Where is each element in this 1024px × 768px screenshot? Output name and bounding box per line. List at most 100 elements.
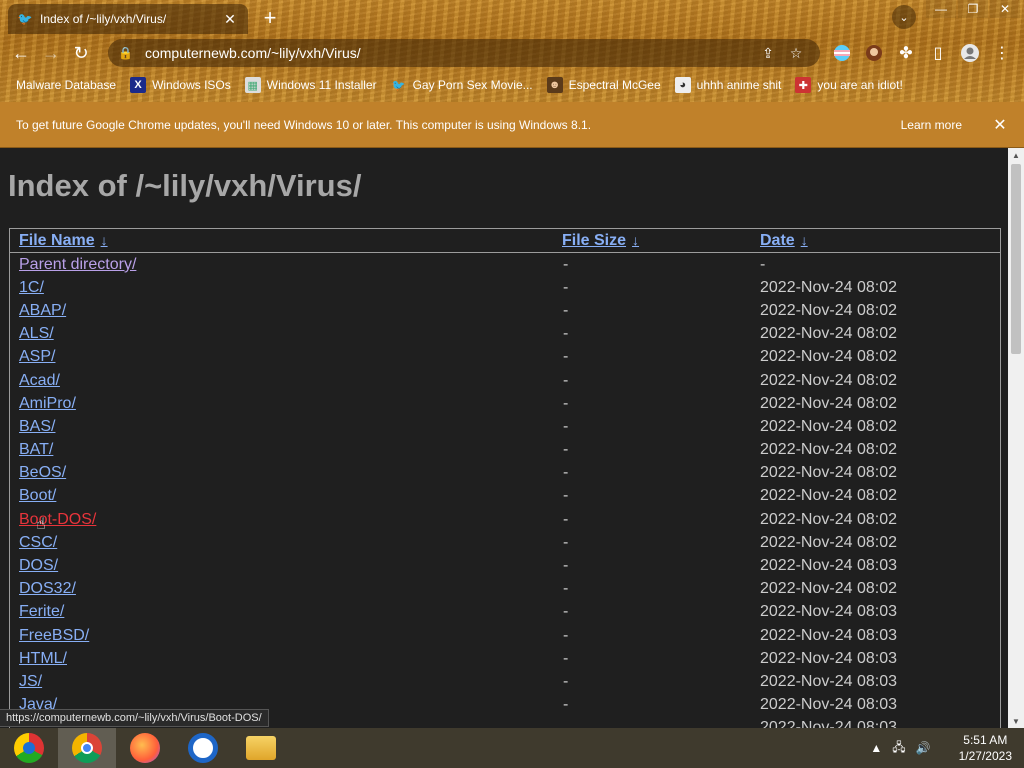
- reload-button[interactable]: ↻: [66, 38, 96, 68]
- learn-more-link[interactable]: Learn more: [901, 118, 962, 132]
- sort-arrow-icon[interactable]: ↓: [801, 232, 808, 248]
- file-link[interactable]: Boot-DOS/: [19, 511, 96, 528]
- cell-size: -: [563, 371, 569, 389]
- taskbar-app-chrome[interactable]: [58, 728, 116, 768]
- cell-name: DOS/: [10, 557, 553, 575]
- file-link[interactable]: AmiPro/: [19, 395, 76, 412]
- page-content: Index of /~lily/vxh/Virus/ File Name ↓ Fi…: [0, 148, 1008, 728]
- table-row: DOS/ - 2022-Nov-24 08:03: [10, 554, 1000, 577]
- share-icon[interactable]: ⇪: [754, 45, 782, 62]
- table-row: Boot/ - 2022-Nov-24 08:02: [10, 485, 1000, 508]
- file-link[interactable]: ALS/: [19, 325, 54, 342]
- restore-button[interactable]: ❐: [958, 0, 988, 18]
- clock[interactable]: 5:51 AM 1/27/2023: [959, 732, 1012, 764]
- bookmark-item[interactable]: ▦ Windows 11 Installer: [244, 77, 377, 93]
- table-header: File Name ↓ File Size ↓ Date ↓: [10, 229, 1000, 253]
- back-button[interactable]: ←: [6, 38, 36, 68]
- network-icon[interactable]: 🖧: [892, 738, 905, 759]
- table-row: DOS32/ - 2022-Nov-24 08:02: [10, 578, 1000, 601]
- table-row: CSC/ - 2022-Nov-24 08:02: [10, 531, 1000, 554]
- cell-date: 2022-Nov-24 08:03: [760, 649, 897, 667]
- bookmark-item[interactable]: Malware Database: [16, 78, 116, 92]
- new-tab-button[interactable]: +: [258, 5, 282, 30]
- column-header-name[interactable]: File Name ↓: [10, 232, 553, 250]
- file-link[interactable]: 1C/: [19, 279, 44, 296]
- extension-avatar-icon[interactable]: [864, 41, 884, 65]
- extensions-puzzle-icon[interactable]: ✤: [894, 41, 918, 65]
- file-link[interactable]: BeOS/: [19, 464, 66, 481]
- page-scrollbar[interactable]: ▲ ▼: [1008, 148, 1024, 728]
- file-link[interactable]: FreeBSD/: [19, 627, 89, 644]
- tab-active[interactable]: 🐦 Index of /~lily/vxh/Virus/ ✕: [8, 4, 248, 34]
- extension-flag-icon[interactable]: [832, 41, 852, 65]
- sort-arrow-icon[interactable]: ↓: [101, 232, 108, 248]
- column-size-label[interactable]: File Size: [562, 232, 626, 249]
- column-header-date[interactable]: Date ↓: [751, 232, 991, 250]
- file-link[interactable]: HTML/: [19, 650, 67, 667]
- cell-date: 2022-Nov-24 08:03: [760, 603, 897, 621]
- file-link[interactable]: ASP/: [19, 348, 55, 365]
- cell-date: 2022-Nov-24 08:02: [760, 441, 897, 459]
- cell-size: -: [563, 510, 569, 528]
- file-link[interactable]: DOS/: [19, 557, 58, 574]
- file-link[interactable]: DOS32/: [19, 580, 76, 597]
- toolbar: ← → ↻ 🔒 computernewb.com/~lily/vxh/Virus…: [0, 36, 1024, 70]
- bookmark-item[interactable]: ◕ uhhh anime shit: [674, 77, 781, 93]
- tab-close-icon[interactable]: ✕: [222, 11, 238, 27]
- bookmark-label: Windows ISOs: [152, 78, 231, 92]
- profile-avatar-icon[interactable]: [958, 41, 982, 65]
- cell-date: 2022-Nov-24 08:02: [760, 487, 897, 505]
- scroll-down-icon[interactable]: ▼: [1008, 714, 1024, 728]
- firefox-icon: [130, 733, 160, 763]
- minimize-button[interactable]: —: [926, 0, 956, 18]
- tab-search-chevron-icon[interactable]: ⌄: [892, 5, 916, 29]
- address-bar[interactable]: 🔒 computernewb.com/~lily/vxh/Virus/ ⇪ ☆: [108, 39, 820, 67]
- cell-size: -: [563, 626, 569, 644]
- forward-button[interactable]: →: [36, 38, 66, 68]
- column-name-label[interactable]: File Name: [19, 232, 95, 249]
- bookmark-item[interactable]: ✚ you are an idiot!: [795, 77, 903, 93]
- volume-icon[interactable]: 🔊: [916, 741, 931, 755]
- close-window-button[interactable]: ✕: [990, 0, 1020, 18]
- table-row: BAT/ - 2022-Nov-24 08:02: [10, 439, 1000, 462]
- file-link[interactable]: BAS/: [19, 418, 55, 435]
- file-link[interactable]: JS/: [19, 673, 42, 690]
- bookmark-item[interactable]: X Windows ISOs: [130, 77, 231, 93]
- table-row: Parent directory/ - -: [10, 253, 1000, 276]
- bookmark-item[interactable]: 🐦 Gay Porn Sex Movie...: [391, 77, 533, 93]
- taskbar-app-opera[interactable]: [174, 728, 232, 768]
- tray-chevron-icon[interactable]: ▲: [870, 741, 882, 755]
- file-link[interactable]: Acad/: [19, 372, 60, 389]
- cell-date: 2022-Nov-24 08:02: [760, 325, 897, 343]
- infobar-close-icon[interactable]: ✕: [990, 115, 1010, 135]
- cell-size: -: [563, 348, 569, 366]
- url-text[interactable]: computernewb.com/~lily/vxh/Virus/: [145, 45, 754, 61]
- x-icon: X: [130, 77, 147, 93]
- lock-icon[interactable]: 🔒: [118, 46, 133, 60]
- cell-name: Acad/: [10, 372, 553, 390]
- cell-date: 2022-Nov-24 08:02: [760, 464, 897, 482]
- sort-arrow-icon[interactable]: ↓: [632, 232, 639, 248]
- column-header-size[interactable]: File Size ↓: [553, 232, 751, 250]
- file-link[interactable]: BAT/: [19, 441, 53, 458]
- bookmark-star-icon[interactable]: ☆: [782, 45, 810, 62]
- file-link[interactable]: ABAP/: [19, 302, 66, 319]
- menu-kebab-icon[interactable]: ⋮: [992, 41, 1012, 65]
- cell-name: Ferite/: [10, 603, 553, 621]
- scroll-up-icon[interactable]: ▲: [1008, 148, 1024, 162]
- status-url-bubble: https://computernewb.com/~lily/vxh/Virus…: [0, 709, 269, 727]
- column-date-label[interactable]: Date: [760, 232, 795, 249]
- taskbar-app-chrome-old[interactable]: [0, 728, 58, 768]
- file-link[interactable]: Parent directory/: [19, 256, 136, 273]
- file-link[interactable]: CSC/: [19, 534, 57, 551]
- taskbar-app-firefox[interactable]: [116, 728, 174, 768]
- file-link[interactable]: Ferite/: [19, 603, 64, 620]
- chrome-old-icon: [14, 733, 44, 763]
- scroll-thumb[interactable]: [1011, 164, 1021, 354]
- bookmark-item[interactable]: ☻ Espectral McGee: [546, 77, 661, 93]
- file-link[interactable]: Boot/: [19, 487, 56, 504]
- side-panel-icon[interactable]: ▯: [926, 41, 950, 65]
- cell-name: AmiPro/: [10, 395, 553, 413]
- cell-date: 2022-Nov-24 08:02: [760, 394, 897, 412]
- taskbar-app-file-explorer[interactable]: [232, 728, 290, 768]
